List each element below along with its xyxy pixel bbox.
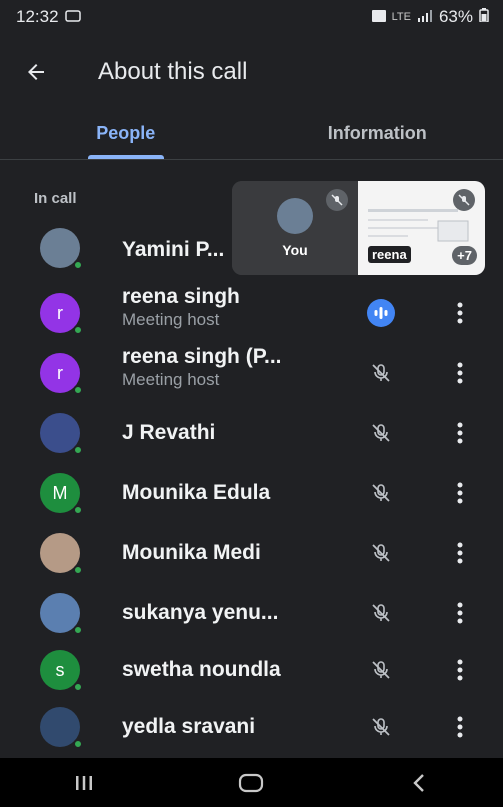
participant-row[interactable]: J Revathi [0,403,503,463]
participant-role: Meeting host [122,310,220,329]
avatar: s [40,650,83,692]
more-options-icon[interactable] [448,712,472,742]
participant-name: yedla sravani [122,715,256,738]
more-options-icon[interactable] [448,418,472,448]
participant-name: reena singh [122,285,240,308]
participant-name: J Revathi [122,421,216,444]
status-bar: 12:32 LTE 63% [0,0,503,34]
signal-icon [417,7,433,27]
avatar [40,707,83,749]
participant-row[interactable]: r reena singh Meeting host [0,283,503,343]
participant-row[interactable]: Mounika Medi [0,523,503,583]
participant-row[interactable]: s swetha noundla [0,640,503,700]
chevron-left-icon [413,773,424,792]
online-indicator [73,625,83,635]
mic-off-icon [366,538,396,568]
network-type: LTE [391,11,411,23]
tab-people[interactable]: People [0,108,252,159]
participant-name: reena singh (P... [122,345,282,368]
online-indicator [73,682,83,692]
participant-name: sukanya yenu... [122,601,279,624]
tab-bar: People Information [0,108,503,160]
online-indicator [73,325,83,335]
online-indicator [73,385,83,395]
avatar [40,533,83,575]
mic-off-icon [366,418,396,448]
arrow-back-icon [28,64,44,80]
avatar [40,413,83,455]
avatar [40,228,83,270]
battery-percent: 63% [438,7,473,26]
participant-name: Mounika Medi [122,541,261,564]
mic-off-icon [366,712,396,742]
mic-off-icon [366,478,396,508]
mic-off-icon [453,189,475,211]
speaking-indicator-icon [366,298,396,328]
participant-row[interactable]: r reena singh (P... Meeting host [0,343,503,403]
system-back-button[interactable] [395,763,443,803]
more-options-icon[interactable] [448,538,472,568]
status-time: 12:32 [16,7,59,26]
participant-role: Meeting host [122,370,220,389]
home-button[interactable] [227,763,275,803]
participant-row[interactable]: yedla sravani [0,697,503,757]
recents-icon [75,775,92,790]
system-nav-bar [0,758,503,807]
app-bar: About this call [0,40,503,104]
tab-information[interactable]: Information [252,108,503,159]
avatar [40,593,83,635]
mic-off-icon [366,358,396,388]
participant-name: Yamini P... [122,238,225,261]
more-options-icon[interactable] [448,598,472,628]
cast-icon [64,7,81,27]
participant-name: swetha noundla [122,658,281,681]
more-options-icon[interactable] [448,298,472,328]
avatar: r [40,353,83,395]
online-indicator [73,505,83,515]
online-indicator [73,565,83,575]
participant-row[interactable]: Yamini P... [0,218,503,278]
more-options-icon[interactable] [448,358,472,388]
back-button[interactable] [0,40,72,104]
participant-name: Mounika Edula [122,481,271,504]
mic-off-icon [326,189,348,211]
online-indicator [73,739,83,749]
mic-off-icon [366,598,396,628]
avatar: r [40,293,83,335]
battery-icon [479,7,489,27]
section-label-in-call: In call [34,190,77,207]
home-icon [239,773,264,792]
avatar: M [40,473,83,515]
online-indicator [73,260,83,270]
participant-row[interactable]: sukanya yenu... [0,583,503,643]
more-options-icon[interactable] [448,478,472,508]
participant-row[interactable]: M Mounika Edula [0,463,503,523]
recent-apps-button[interactable] [60,763,108,803]
online-indicator [73,445,83,455]
mic-off-icon [366,655,396,685]
notification-icon [371,7,386,27]
more-options-icon[interactable] [448,655,472,685]
page-title: About this call [98,58,248,85]
